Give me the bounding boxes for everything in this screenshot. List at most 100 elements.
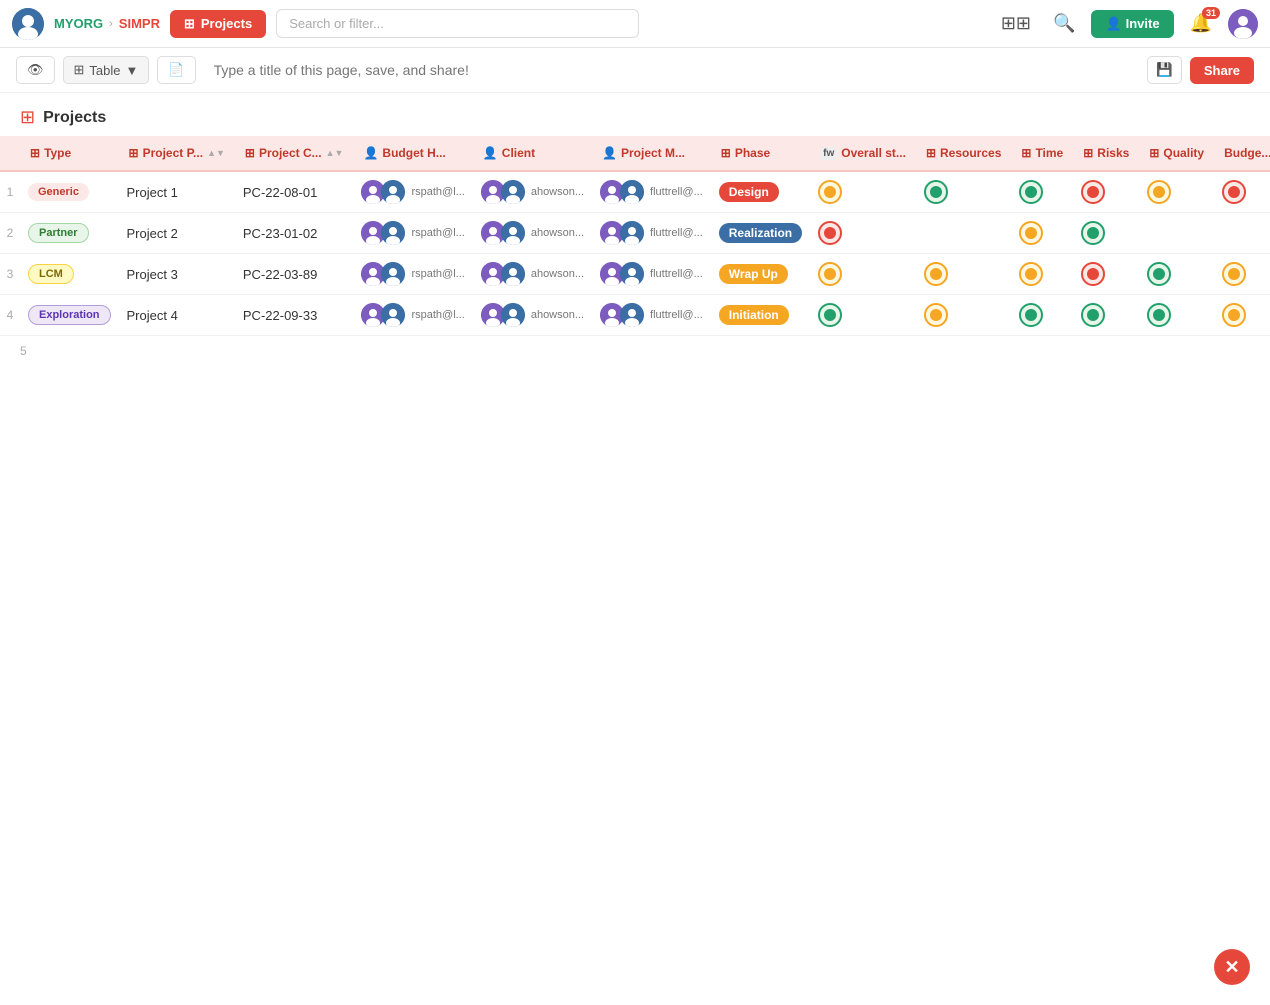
- project-name-cell[interactable]: Project 1: [119, 171, 235, 213]
- search-placeholder: Search or filter...: [289, 16, 384, 31]
- email-label: ahowson...: [531, 186, 584, 198]
- invite-button[interactable]: 👤 Invite: [1091, 10, 1173, 38]
- budget-holder-cell: rspath@l...: [353, 295, 472, 336]
- status-cell: [1214, 213, 1270, 254]
- project-name[interactable]: SIMPR: [119, 16, 160, 31]
- col-code-label: Project C...: [259, 146, 322, 160]
- project-name-cell[interactable]: Project 3: [119, 254, 235, 295]
- projects-table: ⊞ Type ⊞ Project P... ▲▼ ⊞ Project C...: [0, 136, 1270, 336]
- table-header-row: ⊞ Type ⊞ Project P... ▲▼ ⊞ Project C...: [0, 136, 1270, 171]
- type-badge: Generic: [28, 183, 89, 201]
- table-row[interactable]: 1 Generic Project 1 PC-22-08-01 rspath@l…: [0, 171, 1270, 213]
- status-cell: [1011, 295, 1073, 336]
- status-cell: [1011, 254, 1073, 295]
- col-overall-status[interactable]: fw Overall st...: [810, 136, 916, 171]
- client-cell: ahowson...: [473, 295, 592, 336]
- share-button[interactable]: Share: [1190, 57, 1254, 84]
- status-cell: [916, 295, 1011, 336]
- type-badge: LCM: [28, 264, 74, 284]
- col-pm-label: Project M...: [621, 146, 685, 160]
- col-project-manager[interactable]: 👤 Project M...: [592, 136, 711, 171]
- email-label: rspath@l...: [411, 186, 464, 198]
- col-quality[interactable]: ⊞ Quality: [1139, 136, 1214, 171]
- col-row-num: [0, 136, 20, 171]
- client-cell: ahowson...: [473, 254, 592, 295]
- col-client-label: Client: [502, 146, 535, 160]
- col-project-code[interactable]: ⊞ Project C... ▲▼: [235, 136, 354, 171]
- notifications-button[interactable]: 🔔 31: [1184, 9, 1218, 38]
- status-cell: [1139, 254, 1214, 295]
- cell-avatars: fluttrell@...: [600, 180, 703, 204]
- project-code-cell[interactable]: PC-22-09-33: [235, 295, 354, 336]
- col-client[interactable]: 👤 Client: [473, 136, 592, 171]
- pm-cell: fluttrell@...: [592, 213, 711, 254]
- status-cell: [810, 254, 916, 295]
- add-row[interactable]: 5: [0, 336, 1270, 366]
- col-time-icon: ⊞: [1021, 146, 1031, 160]
- email-label: ahowson...: [531, 268, 584, 280]
- col-budget-holder[interactable]: 👤 Budget H...: [353, 136, 472, 171]
- search-button[interactable]: 🔍: [1047, 9, 1081, 38]
- org-name[interactable]: MYORG: [54, 16, 103, 31]
- type-badge: Partner: [28, 223, 89, 243]
- project-name-cell[interactable]: Project 2: [119, 213, 235, 254]
- type-cell: Exploration: [20, 295, 119, 336]
- col-time[interactable]: ⊞ Time: [1011, 136, 1073, 171]
- cell-avatars: ahowson...: [481, 180, 584, 204]
- col-proj-sort: ▲▼: [207, 148, 225, 158]
- template-button[interactable]: 📄: [157, 56, 195, 84]
- phase-badge: Initiation: [719, 305, 789, 325]
- avatar-2: [620, 221, 644, 245]
- preview-button[interactable]: 👁: [16, 56, 55, 84]
- error-badge[interactable]: ✕: [1214, 949, 1250, 985]
- avatar-2: [501, 262, 525, 286]
- email-label: ahowson...: [531, 309, 584, 321]
- projects-label: Projects: [201, 16, 252, 31]
- avatar-2: [381, 221, 405, 245]
- row-number: 1: [0, 171, 20, 213]
- project-code-cell[interactable]: PC-23-01-02: [235, 213, 354, 254]
- project-name-cell[interactable]: Project 4: [119, 295, 235, 336]
- phase-cell: Realization: [711, 213, 810, 254]
- email-label: rspath@l...: [411, 309, 464, 321]
- status-cell: [810, 213, 916, 254]
- col-project-name[interactable]: ⊞ Project P... ▲▼: [119, 136, 235, 171]
- search-bar[interactable]: Search or filter...: [276, 9, 638, 38]
- table-label: Table: [89, 63, 120, 78]
- avatar-2: [381, 303, 405, 327]
- col-phase[interactable]: ⊞ Phase: [711, 136, 810, 171]
- invite-icon: 👤: [1105, 16, 1121, 32]
- projects-icon: ⊞: [184, 16, 195, 32]
- status-cell: [916, 254, 1011, 295]
- col-overall-label: Overall st...: [841, 146, 906, 160]
- org-nav: MYORG › SIMPR: [54, 16, 160, 31]
- col-resources-label: Resources: [940, 146, 1001, 160]
- app-avatar: [12, 8, 44, 40]
- col-pm-icon: 👤: [602, 146, 617, 160]
- email-label: fluttrell@...: [650, 227, 703, 239]
- table-row[interactable]: 4 Exploration Project 4 PC-22-09-33 rspa…: [0, 295, 1270, 336]
- col-type-label: Type: [44, 146, 71, 160]
- table-view-button[interactable]: ⊞ Table ▼: [63, 56, 150, 84]
- grid-view-button[interactable]: ⊞⊞: [995, 9, 1037, 38]
- col-budget[interactable]: Budge...: [1214, 136, 1270, 171]
- save-button[interactable]: 💾: [1147, 56, 1182, 84]
- col-type[interactable]: ⊞ Type: [20, 136, 119, 171]
- page-title-input[interactable]: [204, 57, 1140, 83]
- budget-holder-cell: rspath@l...: [353, 213, 472, 254]
- project-code-cell[interactable]: PC-22-03-89: [235, 254, 354, 295]
- col-risks[interactable]: ⊞ Risks: [1073, 136, 1139, 171]
- status-cell: [1214, 254, 1270, 295]
- table-row[interactable]: 2 Partner Project 2 PC-23-01-02 rspath@l…: [0, 213, 1270, 254]
- col-proj-icon: ⊞: [129, 146, 139, 160]
- user-avatar[interactable]: [1228, 9, 1258, 39]
- table-row[interactable]: 3 LCM Project 3 PC-22-03-89 rspath@l... …: [0, 254, 1270, 295]
- projects-button[interactable]: ⊞ Projects: [170, 10, 266, 38]
- col-resources[interactable]: ⊞ Resources: [916, 136, 1011, 171]
- col-budget-icon: 👤: [363, 146, 378, 160]
- invite-label: Invite: [1126, 16, 1160, 31]
- phase-badge: Wrap Up: [719, 264, 788, 284]
- table-container: ⊞ Type ⊞ Project P... ▲▼ ⊞ Project C...: [0, 136, 1270, 366]
- col-client-icon: 👤: [483, 146, 498, 160]
- project-code-cell[interactable]: PC-22-08-01: [235, 171, 354, 213]
